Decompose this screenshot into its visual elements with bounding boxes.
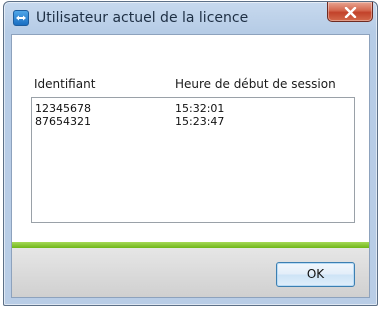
window-title: Utilisateur actuel de la licence [36, 10, 249, 26]
column-header-heure-debut: Heure de début de session [175, 77, 336, 91]
teamviewer-icon [13, 10, 29, 26]
column-header-identifiant: Identifiant [34, 77, 96, 91]
row-identifiant: 12345678 [35, 102, 91, 115]
row-heure: 15:32:01 [175, 102, 225, 115]
ok-button[interactable]: OK [276, 262, 355, 287]
row-identifiant: 87654321 [35, 115, 91, 128]
dialog-window: Utilisateur actuel de la licence Identif… [3, 1, 378, 306]
close-icon [344, 7, 357, 18]
close-button[interactable] [327, 2, 373, 22]
list-item[interactable]: 87654321 15:23:47 [32, 115, 354, 128]
button-bar: OK [12, 248, 369, 297]
title-bar[interactable]: Utilisateur actuel de la licence [4, 2, 377, 34]
row-heure: 15:23:47 [175, 115, 225, 128]
session-list[interactable]: 12345678 15:32:01 87654321 15:23:47 [31, 97, 355, 223]
list-item[interactable]: 12345678 15:32:01 [32, 102, 354, 115]
dialog-body: Identifiant Heure de début de session 12… [11, 34, 370, 298]
